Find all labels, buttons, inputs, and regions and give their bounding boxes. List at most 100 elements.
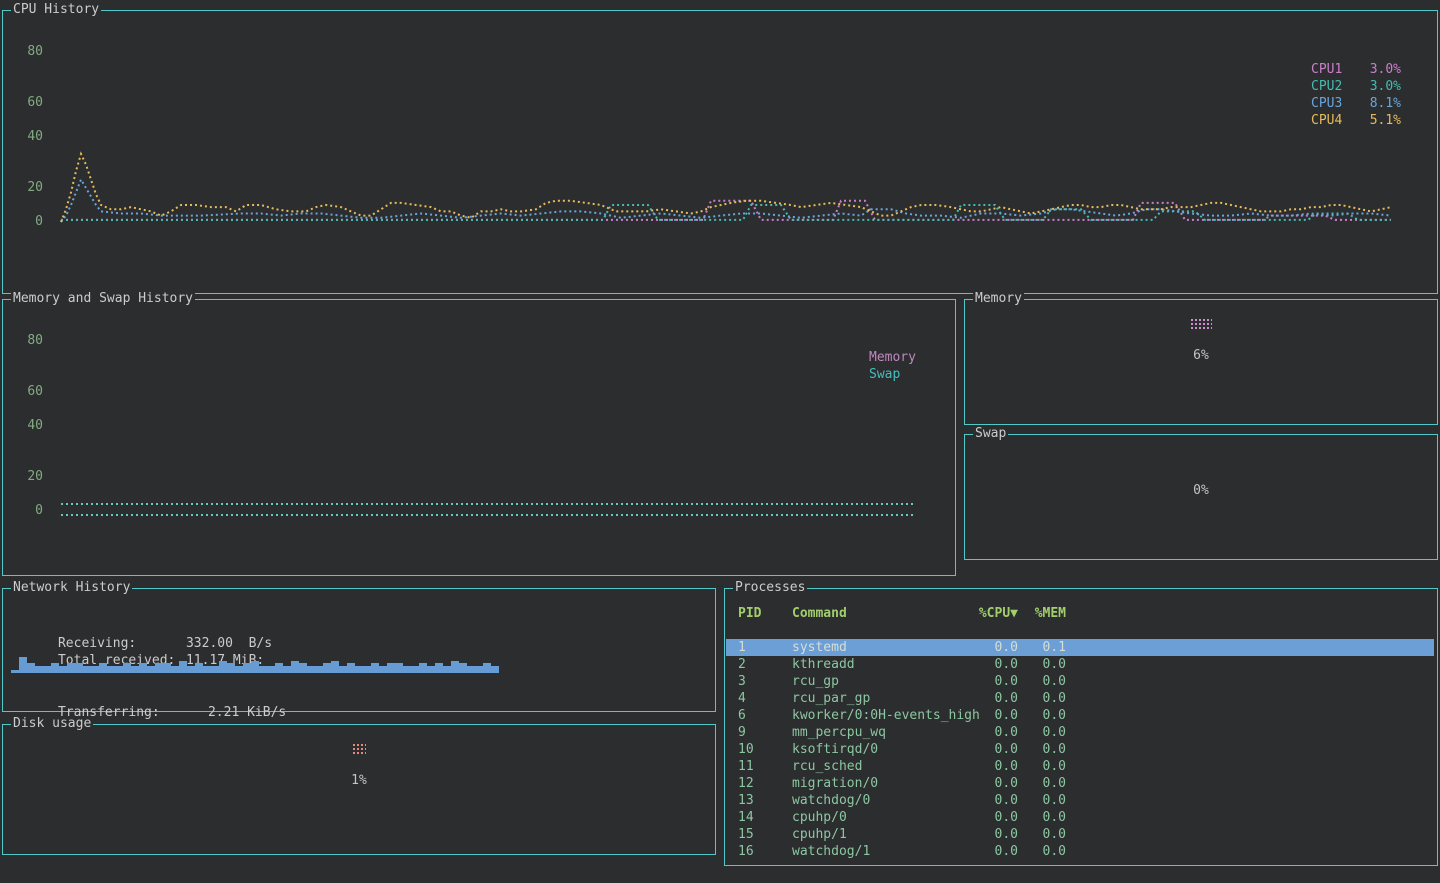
swap-gauge-value: 0% — [965, 483, 1437, 498]
process-row[interactable]: 3rcu_gp0.00.0 — [726, 673, 1434, 690]
process-row[interactable]: 11rcu_sched0.00.0 — [726, 758, 1434, 775]
disk-usage-value: 1% — [3, 773, 715, 788]
network-sparkline-bar — [371, 663, 379, 673]
memory-gauge-panel[interactable]: Memory 6% — [964, 299, 1438, 425]
network-sparkline-bar — [107, 666, 115, 673]
network-sparkline-bar — [491, 666, 499, 673]
process-row[interactable]: 2kthreadd0.00.0 — [726, 656, 1434, 673]
network-sparkline-bar — [387, 663, 395, 673]
network-sparkline-bar — [43, 666, 51, 673]
cpu-legend-name: CPU1 — [1311, 61, 1357, 78]
cpu-history-panel[interactable]: CPU History 806040200 CPU13.0%CPU23.0%CP… — [2, 10, 1438, 294]
cpu-legend: CPU13.0%CPU23.0%CPU38.1%CPU45.1% — [1311, 61, 1401, 129]
network-sparkline-bar — [459, 663, 467, 673]
process-command: rcu_sched — [792, 758, 958, 775]
process-command: watchdog/1 — [792, 843, 958, 860]
process-mem: 0.0 — [1018, 724, 1066, 741]
process-command: migration/0 — [792, 775, 958, 792]
column-header-command[interactable]: Command — [792, 605, 958, 622]
process-mem: 0.0 — [1018, 741, 1066, 758]
process-row[interactable]: 9mm_percpu_wq0.00.0 — [726, 724, 1434, 741]
network-sparkline-bar — [355, 666, 363, 673]
process-mem: 0.0 — [1018, 758, 1066, 775]
process-cpu: 0.0 — [958, 792, 1018, 809]
swap-gauge-panel[interactable]: Swap 0% — [964, 434, 1438, 560]
network-sparkline-bar — [123, 663, 131, 673]
network-sparkline-bar — [83, 666, 91, 673]
cpu-series-cpu3 — [61, 180, 1391, 223]
network-sparkline-bar — [99, 663, 107, 673]
process-pid: 13 — [726, 792, 792, 809]
network-sparkline-bar — [475, 666, 483, 673]
network-sparkline-bar — [211, 666, 219, 673]
process-command: cpuhp/0 — [792, 809, 958, 826]
cpu-legend-name: CPU3 — [1311, 95, 1357, 112]
network-sparkline-bar — [323, 663, 331, 673]
cpu-legend-item: CPU23.0% — [1311, 78, 1401, 95]
process-command: rcu_gp — [792, 673, 958, 690]
network-sparkline-bar — [35, 666, 43, 673]
process-row[interactable]: 6kworker/0:0H-events_high0.00.0 — [726, 707, 1434, 724]
network-sparkline-bar — [339, 666, 347, 673]
network-sparkline-bar — [283, 666, 291, 673]
disk-usage-panel[interactable]: Disk usage 1% — [2, 724, 716, 855]
memswap-legend-item: Memory — [869, 349, 916, 366]
network-sparkline-bar — [219, 661, 227, 673]
process-row[interactable]: 12migration/00.00.0 — [726, 775, 1434, 792]
memory-gauge-title: Memory — [973, 291, 1024, 307]
process-mem: 0.0 — [1018, 826, 1066, 843]
cpu-legend-item: CPU13.0% — [1311, 61, 1401, 78]
processes-panel[interactable]: Processes PID Command %CPU▼ %MEM 1system… — [724, 588, 1438, 866]
network-sparkline-bar — [67, 663, 75, 673]
memswap-legend-item: Swap — [869, 366, 916, 383]
cpu-legend-name: CPU4 — [1311, 112, 1357, 129]
process-pid: 4 — [726, 690, 792, 707]
process-pid: 3 — [726, 673, 792, 690]
process-pid: 16 — [726, 843, 792, 860]
process-mem: 0.0 — [1018, 843, 1066, 860]
process-row[interactable]: 1systemd0.00.1 — [726, 639, 1434, 656]
column-header-mem[interactable]: %MEM — [1018, 605, 1066, 622]
cpu-legend-item: CPU38.1% — [1311, 95, 1401, 112]
process-row[interactable]: 15cpuhp/10.00.0 — [726, 826, 1434, 843]
memory-swap-history-chart — [3, 300, 955, 575]
network-sparkline-bar — [163, 663, 171, 673]
column-header-pid[interactable]: PID — [726, 605, 792, 622]
swap-gauge-title: Swap — [973, 426, 1008, 442]
process-command: systemd — [792, 639, 958, 656]
process-row[interactable]: 4rcu_par_gp0.00.0 — [726, 690, 1434, 707]
network-transferring-value: 2.21 KiB/s — [208, 705, 286, 720]
network-sparkline-bar — [91, 666, 99, 673]
processes-title: Processes — [733, 580, 807, 596]
network-sparkline-bar — [307, 666, 315, 673]
process-mem: 0.0 — [1018, 775, 1066, 792]
network-sparkline-bar — [259, 666, 267, 673]
process-cpu: 0.0 — [958, 741, 1018, 758]
network-sparkline-bar — [155, 663, 163, 673]
process-row[interactable]: 13watchdog/00.00.0 — [726, 792, 1434, 809]
network-sparkline-bar — [147, 666, 155, 673]
network-history-panel[interactable]: Network History Receiving:332.00 B/s Tot… — [2, 588, 716, 712]
process-command: ksoftirqd/0 — [792, 741, 958, 758]
process-cpu: 0.0 — [958, 673, 1018, 690]
network-sparkline-bar — [267, 666, 275, 673]
process-mem: 0.0 — [1018, 690, 1066, 707]
process-row[interactable]: 10ksoftirqd/00.00.0 — [726, 741, 1434, 758]
disk-usage-title: Disk usage — [11, 716, 93, 732]
process-mem: 0.0 — [1018, 656, 1066, 673]
process-mem: 0.0 — [1018, 792, 1066, 809]
process-row[interactable]: 16watchdog/10.00.0 — [726, 843, 1434, 860]
network-sparkline-bar — [203, 666, 211, 673]
process-command: kthreadd — [792, 656, 958, 673]
process-row[interactable]: 14cpuhp/00.00.0 — [726, 809, 1434, 826]
cpu-legend-value: 3.0% — [1357, 78, 1401, 95]
column-header-cpu-sort[interactable]: %CPU▼ — [958, 605, 1018, 622]
network-sparkline-bar — [59, 666, 67, 673]
memory-swap-history-panel[interactable]: Memory and Swap History 806040200 Memory… — [2, 299, 956, 576]
network-sparkline-bar — [139, 663, 147, 673]
process-pid: 2 — [726, 656, 792, 673]
network-sparkline-bar — [299, 663, 307, 673]
memory-gauge-value: 6% — [965, 348, 1437, 363]
network-sparkline-bar — [27, 663, 35, 673]
network-sparkline-bar — [395, 663, 403, 673]
